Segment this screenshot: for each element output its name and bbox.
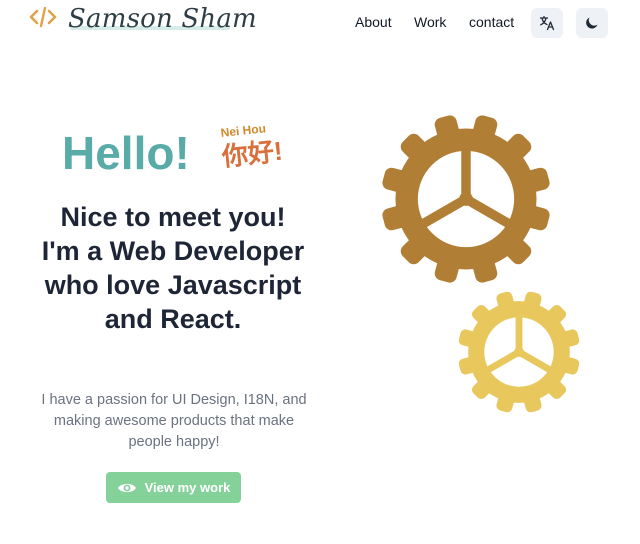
hero-tagline: I have a passion for UI Design, I18N, an… <box>41 392 307 450</box>
gear-icon <box>458 291 580 413</box>
code-brackets-icon[interactable] <box>28 6 58 28</box>
view-my-work-button[interactable]: View my work <box>106 472 241 503</box>
nav-link-about[interactable]: About <box>355 14 392 30</box>
language-toggle-button[interactable] <box>531 8 563 38</box>
gear-icon <box>382 115 550 283</box>
hero-headline: Nice to meet you! I'm a Web Developer wh… <box>24 200 322 336</box>
moon-icon <box>586 17 598 29</box>
headline-line: and React. <box>104 304 242 334</box>
hello-heading: Hello! <box>62 127 190 179</box>
headline-line: who love Javascript <box>44 270 302 300</box>
theme-toggle-button[interactable] <box>576 8 608 38</box>
nihao-label: 你好! <box>220 135 284 172</box>
nav-link-work[interactable]: Work <box>414 14 446 30</box>
cta-label: View my work <box>144 480 231 495</box>
headline-line: I'm a Web Developer <box>41 236 305 266</box>
translate-icon <box>539 15 555 31</box>
site-logo-text[interactable]: Samson Sham <box>68 4 257 34</box>
headline-line: Nice to meet you! <box>60 202 286 232</box>
site-header: Samson Sham About Work contact <box>0 0 640 46</box>
eye-icon <box>117 483 136 492</box>
nav-link-contact[interactable]: contact <box>469 14 514 30</box>
